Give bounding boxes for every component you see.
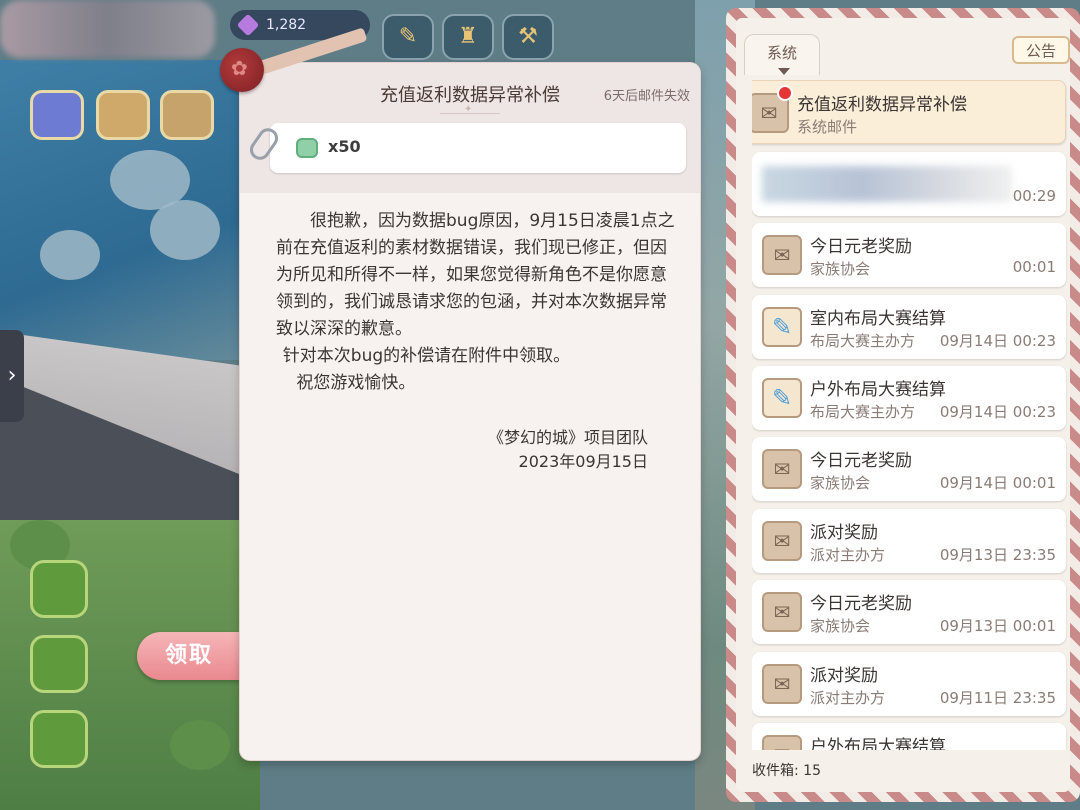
inbox-count: 收件箱: 15: [752, 763, 821, 779]
letter-expire: 6天后邮件失效: [603, 89, 690, 104]
signature-team: 《梦幻的城》项目团队: [487, 428, 648, 447]
mail-item[interactable]: 00:29: [752, 152, 1066, 216]
mail-time: 09月13日 23:35: [939, 546, 1056, 564]
mail-sender: 家族协会: [810, 474, 871, 492]
caret-down-icon: [778, 68, 790, 75]
mail-sender: 布局大赛主办方: [810, 332, 916, 350]
inventory-icon[interactable]: [160, 90, 214, 140]
mail-sender: 家族协会: [810, 617, 871, 635]
envelope-icon: ✉: [762, 449, 802, 489]
mail-time: 09月14日 00:01: [939, 474, 1056, 492]
mail-title: 充值返利数据异常补偿: [797, 95, 967, 115]
mail-sender: 系统邮件: [797, 118, 858, 136]
mail-sender: 布局大赛主办方: [810, 403, 916, 421]
notice-button[interactable]: 公告: [1012, 36, 1070, 64]
mail-item[interactable]: ✉ 今日元老奖励 家族协会 00:01: [752, 223, 1066, 287]
mail-time: 00:29: [1012, 187, 1056, 205]
blurred-mail-content: [762, 166, 1012, 202]
mail-time: 09月13日 00:01: [939, 617, 1056, 635]
mail-title: 户外布局大赛结算: [810, 380, 946, 400]
chevron-right-icon[interactable]: ›: [0, 330, 24, 422]
mailbox-panel: 系统 公告 ✉ 充值返利数据异常补偿 系统邮件 00:29 ✉ 今日元老奖励 家…: [726, 8, 1080, 802]
mail-sender: 家族协会: [810, 260, 871, 278]
menu-icon[interactable]: [30, 90, 84, 140]
pet-icon[interactable]: [30, 635, 88, 693]
envelope-icon: ✉: [762, 592, 802, 632]
letter-header: 充值返利数据异常补偿 6天后邮件失效 x50: [240, 63, 700, 193]
wrench-icon[interactable]: ⚒: [502, 14, 554, 60]
tree-decoration: [170, 720, 230, 770]
friends-icon[interactable]: [30, 710, 88, 768]
mail-item[interactable]: ✉ 派对奖励 派对主办方 09月11日 23:35: [752, 652, 1066, 716]
mail-time: 09月14日 00:23: [939, 403, 1056, 421]
mail-time: 00:01: [1012, 258, 1056, 276]
pencil-icon: ✎: [762, 307, 802, 347]
claim-button[interactable]: 领取: [137, 632, 241, 680]
shop-icon[interactable]: [96, 90, 150, 140]
mail-item[interactable]: ✉ 充值返利数据异常补偿 系统邮件: [752, 80, 1066, 144]
envelope-icon: ✉: [762, 521, 802, 561]
mail-item[interactable]: ✎ 室内布局大赛结算 布局大赛主办方 09月14日 00:23: [752, 295, 1066, 359]
letter-paragraph: 针对本次bug的补偿请在附件中领取。: [282, 346, 571, 366]
mail-time: 09月11日 23:35: [939, 689, 1056, 707]
divider-ornament: [440, 104, 500, 116]
mail-title: 派对奖励: [810, 666, 878, 686]
mail-time: 09月14日 00:23: [939, 332, 1056, 350]
envelope-icon: ✉: [762, 235, 802, 275]
gem-count: 1,282: [266, 17, 307, 33]
gem-icon: [236, 13, 260, 37]
signature-date: 2023年09月15日: [518, 452, 648, 471]
building-icon[interactable]: ♜: [442, 14, 494, 60]
currency-icon: [296, 138, 318, 158]
mail-item[interactable]: ✉ 今日元老奖励 家族协会 09月14日 00:01: [752, 437, 1066, 501]
mail-item[interactable]: ✉ 户外布局大赛结算: [752, 723, 1066, 750]
letter-signature: 《梦幻的城》项目团队 2023年09月15日: [488, 426, 648, 474]
mail-item[interactable]: ✉ 派对奖励 派对主办方 09月13日 23:35: [752, 509, 1066, 573]
mail-title: 今日元老奖励: [810, 594, 912, 614]
mail-sender: 派对主办方: [810, 689, 886, 707]
mail-item[interactable]: ✎ 户外布局大赛结算 布局大赛主办方 09月14日 00:23: [752, 366, 1066, 430]
pencil-icon: ✎: [762, 378, 802, 418]
mail-title: 派对奖励: [810, 523, 878, 543]
furniture-icon[interactable]: [30, 560, 88, 618]
tree-decoration: [40, 230, 100, 280]
tree-decoration: [150, 200, 220, 260]
attachment-quantity: x50: [328, 137, 361, 156]
letter-body: 很抱歉，因为数据bug原因，9月15日凌晨1点之前在充值返利的素材数据错误，我们…: [276, 208, 676, 397]
mail-title: 室内布局大赛结算: [810, 309, 946, 329]
wax-seal-icon: [220, 48, 264, 92]
mail-title: 今日元老奖励: [810, 451, 912, 471]
unread-dot-icon: [777, 85, 793, 101]
attachment-box[interactable]: x50: [270, 123, 686, 173]
mail-title: 今日元老奖励: [810, 237, 912, 257]
letter-paragraph: 很抱歉，因为数据bug原因，9月15日凌晨1点之前在充值返利的素材数据错误，我们…: [276, 211, 675, 339]
blurred-player-info: [0, 0, 215, 58]
letter-panel: 充值返利数据异常补偿 6天后邮件失效 x50 很抱歉，因为数据bug原因，9月1…: [240, 63, 700, 760]
letter-paragraph: 祝您游戏愉快。: [296, 373, 416, 393]
envelope-icon: ✉: [762, 735, 802, 750]
mail-title: 户外布局大赛结算: [810, 737, 946, 750]
tools-icon[interactable]: ✎: [382, 14, 434, 60]
mail-item[interactable]: ✉ 今日元老奖励 家族协会 09月13日 00:01: [752, 580, 1066, 644]
mail-sender: 派对主办方: [810, 546, 886, 564]
envelope-icon: ✉: [762, 664, 802, 704]
mail-list[interactable]: ✉ 充值返利数据异常补偿 系统邮件 00:29 ✉ 今日元老奖励 家族协会 00…: [752, 80, 1068, 750]
